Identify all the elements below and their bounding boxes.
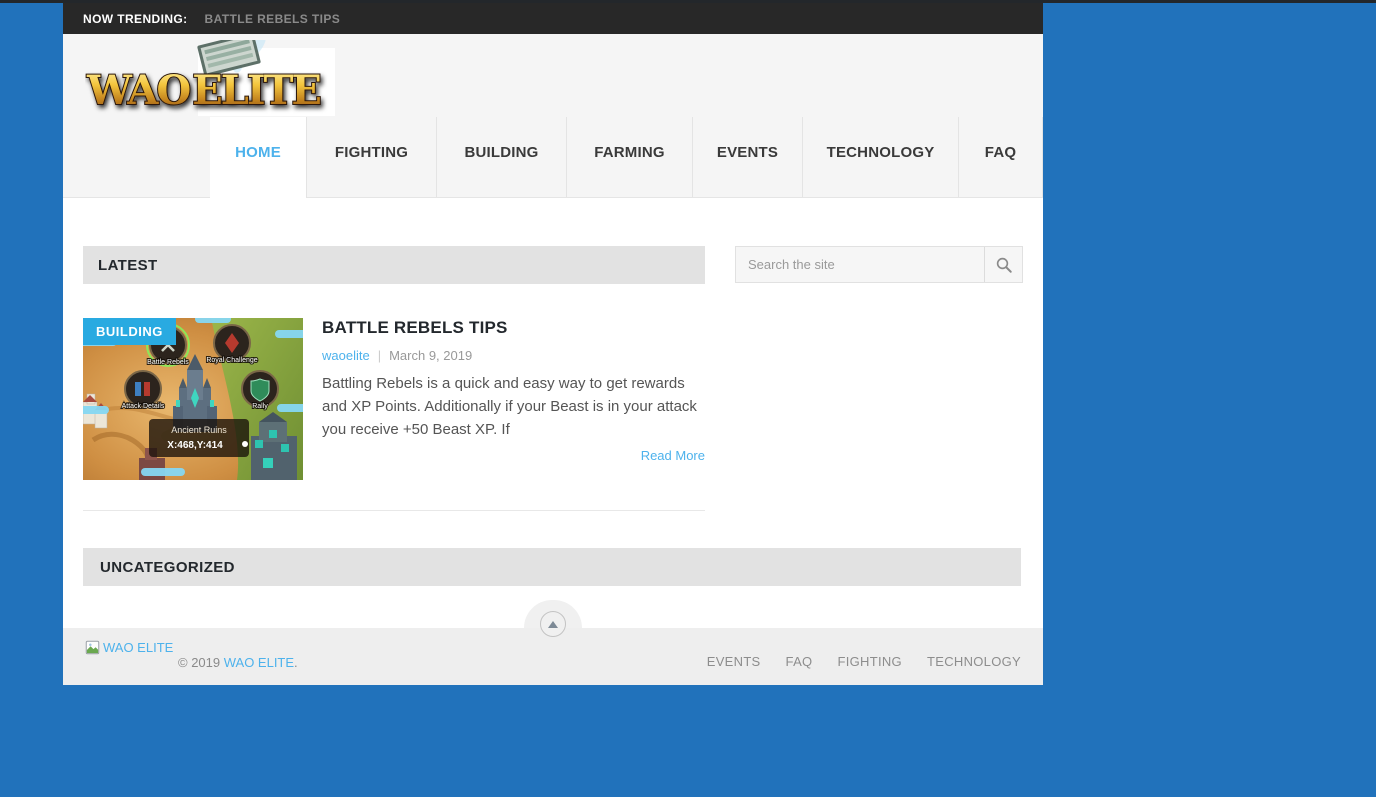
nav-item-building[interactable]: BUILDING [437,117,567,197]
search-icon [996,257,1012,273]
nav-item-faq[interactable]: FAQ [959,117,1043,197]
search-button[interactable] [984,247,1022,282]
latest-heading: LATEST [98,256,158,274]
site-footer: WAO ELITE © 2019 WAO ELITE. EVENTS FAQ F… [63,600,1043,685]
post-excerpt: Battling Rebels is a quick and easy way … [322,375,697,438]
post-author-link[interactable]: waoelite [322,348,370,363]
post-divider [83,510,705,511]
copyright-site-link[interactable]: WAO ELITE [224,655,294,670]
uncategorized-section-header: UNCATEGORIZED [83,548,1021,586]
trending-post-link[interactable]: BATTLE REBELS TIPS [205,12,341,26]
post-item: Battle Rebels Royal Challenge Attack Det… [83,318,705,480]
footer-nav-events[interactable]: EVENTS [707,654,761,669]
footer-logo-link[interactable]: WAO ELITE [85,640,173,655]
nav-item-events[interactable]: EVENTS [693,117,803,197]
nav-item-farming[interactable]: FARMING [567,117,693,197]
svg-text:Battle Rebels: Battle Rebels [147,359,189,366]
svg-text:Ancient Ruins: Ancient Ruins [171,425,227,435]
footer-logo-alt-text: WAO ELITE [103,640,174,655]
scroll-to-top-button[interactable] [540,611,566,637]
main-content: LATEST Battle Rebels Royal Challenge Att… [63,198,1043,628]
coordinates-tooltip: Ancient Ruins X:468,Y:414 [149,419,249,457]
read-more-link[interactable]: Read More [322,448,705,463]
post-date: March 9, 2019 [389,348,473,363]
post-title-link[interactable]: BATTLE REBELS TIPS [322,318,508,337]
nav-item-home[interactable]: HOME [210,117,307,198]
trending-bar: NOW TRENDING: BATTLE REBELS TIPS [63,3,1043,34]
svg-text:Attack Details: Attack Details [122,403,165,410]
svg-text:Royal Challenge: Royal Challenge [206,357,257,364]
footer-nav-fighting[interactable]: FIGHTING [837,654,902,669]
site-logo[interactable]: WAOELITE [85,40,335,116]
site-header: WAOELITE HOME FIGHTING BUILDING FARMING … [63,34,1043,198]
category-badge[interactable]: BUILDING [83,318,176,345]
main-navigation: HOME FIGHTING BUILDING FARMING EVENTS TE… [210,117,1043,198]
logo-text: WAOELITE [86,67,320,114]
uncategorized-heading: UNCATEGORIZED [100,558,235,576]
search-widget [735,246,1023,283]
nav-item-technology[interactable]: TECHNOLOGY [803,117,959,197]
svg-text:Rally: Rally [252,403,268,410]
post-thumbnail[interactable]: Battle Rebels Royal Challenge Attack Det… [83,318,303,480]
footer-navigation: EVENTS FAQ FIGHTING TECHNOLOGY [707,654,1021,669]
copyright-text: © 2019 WAO ELITE. [178,655,298,670]
search-input[interactable] [736,247,984,282]
site-wrapper: NOW TRENDING: BATTLE REBELS TIPS WAOELIT… [63,3,1043,685]
svg-text:X:468,Y:414: X:468,Y:414 [167,440,223,451]
meta-separator: | [377,348,382,363]
footer-nav-faq[interactable]: FAQ [786,654,813,669]
broken-image-icon [85,640,100,655]
nav-item-fighting[interactable]: FIGHTING [307,117,437,197]
footer-nav-technology[interactable]: TECHNOLOGY [927,654,1021,669]
post-meta: waoelite | March 9, 2019 [322,348,705,363]
trending-label: NOW TRENDING: [83,11,188,26]
post-body: BATTLE REBELS TIPS waoelite | March 9, 201… [303,318,705,480]
latest-section-header: LATEST [83,246,705,284]
up-arrow-icon [548,620,558,628]
